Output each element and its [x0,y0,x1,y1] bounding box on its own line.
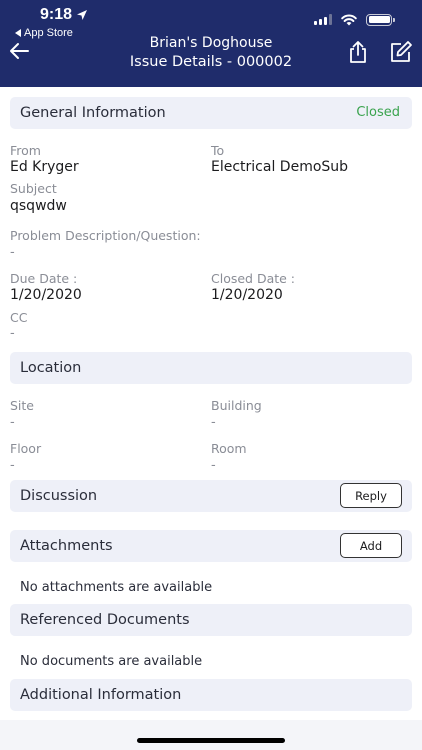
building-label: Building [211,398,262,413]
home-indicator[interactable] [137,738,285,743]
due-date-value: 1/20/2020 [10,287,82,303]
from-label: From [10,143,41,158]
nav-header: 9:18 App Store Brian's Doghouse Issue De… [0,0,422,87]
subject-value: qsqwdw [10,198,67,214]
general-information-header: General Information Closed [10,97,412,129]
closed-date-value: 1/20/2020 [211,287,283,303]
location-arrow-icon [77,10,88,20]
wifi-icon [341,14,357,26]
general-information-title: General Information [20,105,166,121]
cc-label: CC [10,310,28,325]
problem-label: Problem Description/Question: [10,228,201,243]
status-time: 9:18 [40,6,88,24]
status-indicators [314,13,395,26]
attachments-title: Attachments [20,538,113,554]
to-value: Electrical DemoSub [211,159,349,175]
referenced-documents-header: Referenced Documents [10,604,412,636]
room-value: - [211,458,216,473]
add-attachment-button[interactable]: Add [340,533,402,558]
cc-value: - [10,326,15,341]
battery-icon [366,13,395,26]
share-icon[interactable] [347,40,369,64]
additional-information-header: Additional Information [10,679,412,711]
no-attachments-message: No attachments are available [20,580,213,595]
attachments-header: Attachments Add [10,530,412,562]
additional-information-title: Additional Information [20,687,182,703]
due-date-label: Due Date : [10,271,78,286]
closed-date-label: Closed Date : [211,271,296,286]
bottom-safe-area [0,720,422,750]
problem-value: - [10,245,15,260]
floor-value: - [10,458,15,473]
discussion-title: Discussion [20,488,98,504]
status-badge: Closed [356,105,400,120]
to-label: To [211,143,225,158]
room-label: Room [211,441,247,456]
location-title: Location [20,360,82,376]
site-label: Site [10,398,34,413]
floor-label: Floor [10,441,42,456]
referenced-documents-title: Referenced Documents [20,612,190,628]
reply-button[interactable]: Reply [340,483,402,508]
building-value: - [211,415,216,430]
edit-icon[interactable] [389,40,413,64]
status-time-text: 9:18 [40,6,73,23]
no-documents-message: No documents are available [20,654,203,669]
site-value: - [10,415,15,430]
cellular-signal-icon [314,14,332,25]
discussion-header: Discussion Reply [10,480,412,512]
location-header: Location [10,352,412,384]
from-value: Ed Kryger [10,159,79,175]
subject-label: Subject [10,181,57,196]
